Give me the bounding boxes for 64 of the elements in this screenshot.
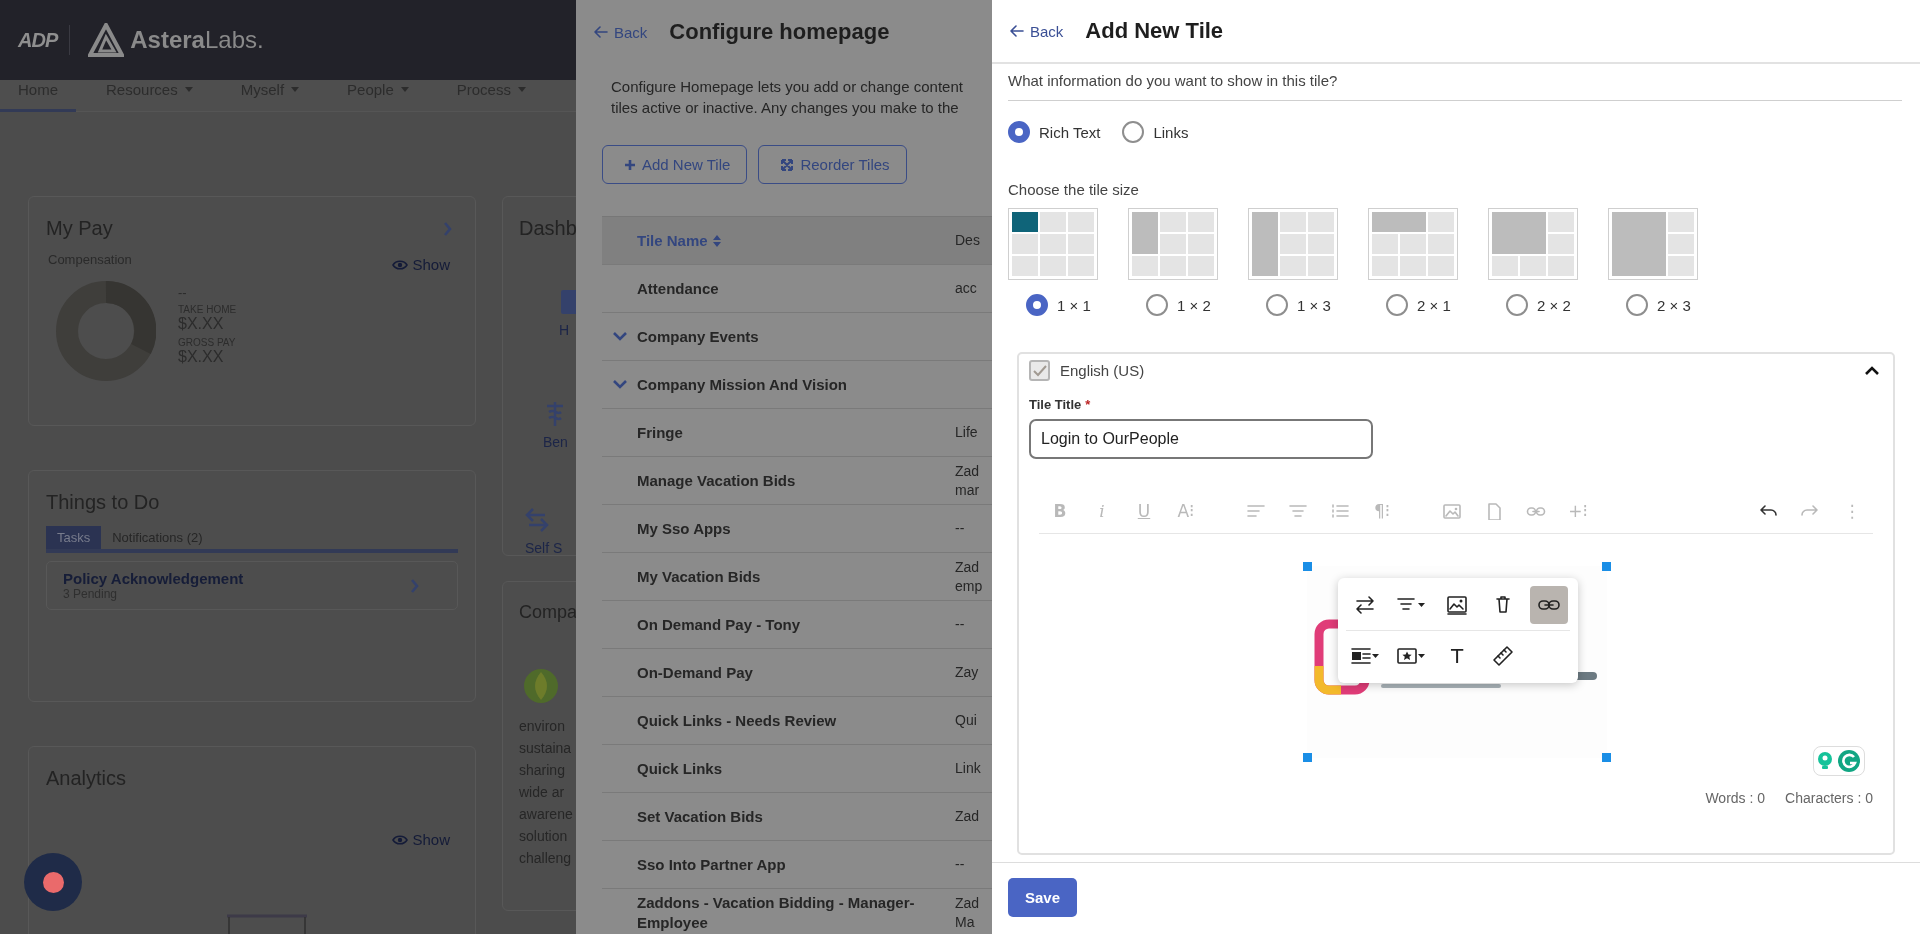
table-cell: Manage Vacation Bids (637, 471, 796, 489)
table-cell-text: Qui (955, 711, 978, 730)
table-cell: Sso Into Partner App (637, 855, 786, 873)
table-cell: My Sso Apps (637, 519, 731, 537)
table-cell-text: Link (955, 759, 982, 778)
toolbar-button[interactable]: T (1438, 637, 1476, 675)
character-count: Characters : 0 (1785, 790, 1873, 806)
column-header: Des (955, 231, 981, 250)
table-cell: My Vacation Bids (637, 567, 761, 585)
table-cell: On Demand Pay - Tony (637, 615, 801, 633)
description-text: Configure Homepage lets you add or change content (611, 77, 964, 97)
radio-label: 1 × 3 (1297, 296, 1331, 314)
radio-label: Rich Text (1039, 123, 1101, 141)
radio-label: 1 × 1 (1057, 296, 1091, 314)
section-label: Choose the tile size (1008, 181, 1140, 198)
table-cell: Quick Links - Needs Review (637, 711, 837, 729)
table-cell: Quick Links (637, 759, 723, 777)
table-cell-text: mar (955, 480, 981, 500)
show-link[interactable]: Show (392, 256, 450, 273)
checkbox-label: English (US) (1060, 362, 1146, 379)
radio-label: 1 × 2 (1177, 296, 1211, 314)
tile-action-button[interactable]: Add New Tile (602, 145, 748, 184)
show-link[interactable]: Show (392, 831, 450, 848)
table-cell-text: Life (955, 423, 979, 442)
table-cell-text: Zay (955, 663, 980, 682)
save-button[interactable]: Save (1008, 878, 1078, 917)
tab[interactable]: Tasks (46, 526, 102, 549)
radio-label: Links (1153, 123, 1189, 141)
panel-title: Add New Tile (1085, 18, 1224, 44)
table-cell-text: emp (955, 576, 984, 596)
field-label: Tile Title (1029, 397, 1082, 412)
table-cell-text: -- (955, 855, 966, 874)
table-cell: Company Events (637, 327, 759, 345)
column-header[interactable]: Tile Name (637, 232, 955, 249)
table-cell-text: Zad (955, 807, 981, 826)
table-cell-text: Zad (955, 557, 981, 577)
summary-value: -- (178, 285, 188, 300)
word-count: Words : 0 (1705, 790, 1766, 806)
question-text: What information do you want to show in this tile? (1008, 72, 1339, 89)
required-mark: * (1085, 397, 1091, 412)
radio-label: 2 × 1 (1417, 296, 1451, 314)
radio-label: 2 × 3 (1657, 296, 1691, 314)
company-logo: AsteraLabs. (130, 26, 264, 54)
table-cell: Set Vacation Bids (637, 807, 763, 825)
table-cell: Attendance (637, 279, 719, 297)
table-cell: Company Mission And Vision (637, 375, 848, 393)
description-text: tiles active or inactive. Any changes you make to the (611, 98, 960, 118)
input-field[interactable]: Login to OurPeople (1029, 419, 1373, 459)
table-cell: On-Demand Pay (637, 663, 753, 681)
tile-action-button[interactable]: Reorder Tiles (758, 145, 907, 184)
table-cell-text: -- (955, 519, 966, 538)
table-cell: Zaddons - Vacation Bidding - Manager-Employee (637, 893, 915, 931)
table-cell: Fringe (637, 423, 683, 441)
back-link[interactable]: Back (1010, 22, 1064, 40)
table-cell-text: Zad (955, 461, 981, 481)
table-cell-text: -- (955, 615, 966, 634)
table-cell-text: Ma (955, 912, 976, 932)
parent-logo: ADP (18, 28, 58, 52)
table-cell-text: Zad (955, 893, 981, 913)
panel-title: Configure homepage (669, 19, 890, 45)
back-link[interactable]: Back (594, 23, 648, 41)
table-cell-text: acc (955, 279, 978, 298)
task-title: Policy Acknowledgement (63, 570, 244, 587)
radio-label: 2 × 2 (1537, 296, 1571, 314)
